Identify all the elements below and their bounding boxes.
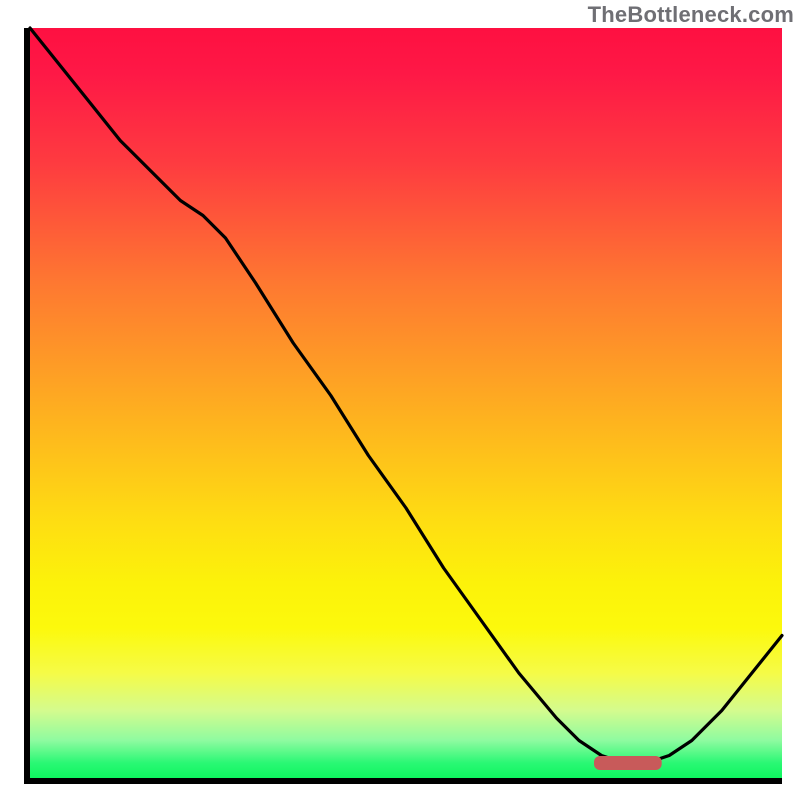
chart-frame <box>18 28 782 784</box>
chart-container: TheBottleneck.com <box>0 0 800 800</box>
watermark-text: TheBottleneck.com <box>588 2 794 28</box>
data-curve <box>30 28 782 763</box>
plot-area <box>24 28 782 784</box>
chart-overlay <box>30 28 782 778</box>
optimum-marker <box>594 756 662 770</box>
